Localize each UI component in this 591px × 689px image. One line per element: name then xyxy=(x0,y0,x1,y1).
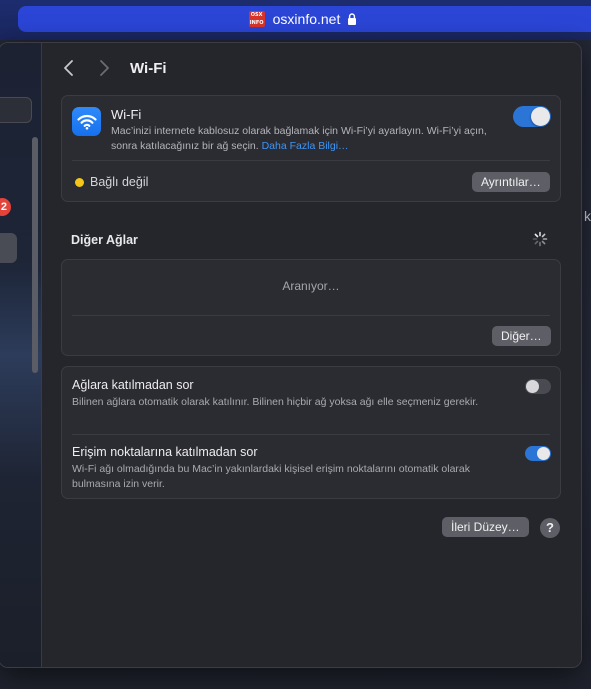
searching-status: Aranıyor… xyxy=(282,279,340,293)
url-field[interactable]: OSX INFO osxinfo.net xyxy=(18,6,591,32)
connection-status: Bağlı değil xyxy=(90,175,149,189)
ask-to-join-networks-title: Ağlara katılmadan sor xyxy=(72,378,194,392)
status-dot-icon xyxy=(75,178,84,187)
settings-window: 2 Wi-Fi Wi-Fi Mac’inizi internete kablos… xyxy=(0,42,582,668)
ask-to-join-networks-description: Bilinen ağlara otomatik olarak katılınır… xyxy=(72,396,479,408)
sidebar-notification-badge: 2 xyxy=(0,198,11,216)
ask-to-join-hotspots-toggle[interactable] xyxy=(525,446,551,461)
chevron-right-icon[interactable] xyxy=(96,59,112,77)
page-title: Wi-Fi xyxy=(130,60,167,77)
divider xyxy=(72,434,550,435)
divider xyxy=(72,160,550,161)
main-pane: Wi-Fi Wi-Fi Mac’inizi internete kablosuz… xyxy=(43,43,581,667)
ask-to-join-networks-toggle[interactable] xyxy=(525,379,551,394)
ask-to-join-hotspots-description: Wi-Fi ağı olmadığında bu Mac’in yakınlar… xyxy=(72,463,470,490)
chevron-left-icon[interactable] xyxy=(61,59,77,77)
other-network-button[interactable]: Diğer… xyxy=(492,326,551,346)
spinner-icon xyxy=(532,231,548,247)
other-networks-heading: Diğer Ağlar xyxy=(71,233,138,247)
advanced-button[interactable]: İleri Düzey… xyxy=(442,517,529,537)
toolbar: Wi-Fi xyxy=(43,43,581,95)
wifi-card: Wi-Fi Mac’inizi internete kablosuz olara… xyxy=(61,95,561,202)
sidebar-scrollbar[interactable] xyxy=(32,137,38,373)
url-text: osxinfo.net xyxy=(272,11,341,27)
browser-address-bar: OSX INFO osxinfo.net xyxy=(0,0,591,40)
ask-to-join-hotspots-title: Erişim noktalarına katılmadan sor xyxy=(72,445,258,459)
wifi-toggle[interactable] xyxy=(513,106,551,127)
site-favicon-icon: OSX INFO xyxy=(248,11,265,27)
details-button[interactable]: Ayrıntılar… xyxy=(472,172,550,192)
background-window-text: ke xyxy=(584,208,591,224)
sidebar-item-selected[interactable] xyxy=(0,233,17,263)
wifi-title: Wi-Fi xyxy=(111,107,142,122)
learn-more-link[interactable]: Daha Fazla Bilgi… xyxy=(262,140,349,152)
sidebar-search-field[interactable] xyxy=(0,97,32,123)
sidebar: 2 xyxy=(0,43,42,667)
divider xyxy=(72,315,550,316)
wifi-icon xyxy=(72,107,101,136)
lock-icon xyxy=(348,13,357,25)
help-button[interactable]: ? xyxy=(540,518,560,538)
wifi-description: Mac’inizi internete kablosuz olarak bağl… xyxy=(111,124,511,154)
options-card: Ağlara katılmadan sor Bilinen ağlara oto… xyxy=(61,366,561,499)
networks-list: Aranıyor… Diğer… xyxy=(61,259,561,356)
